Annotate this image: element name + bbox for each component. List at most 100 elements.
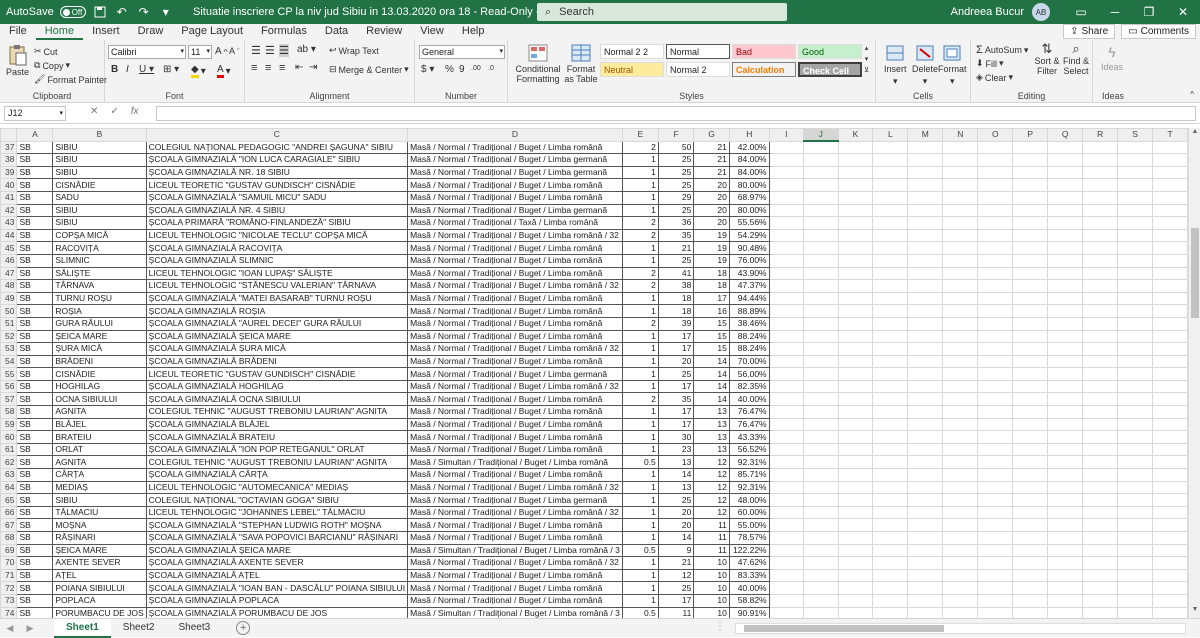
cell-b[interactable]: SIBIU <box>52 140 147 155</box>
empty-cell[interactable] <box>872 405 909 419</box>
empty-cell[interactable] <box>1082 342 1119 356</box>
empty-cell[interactable] <box>872 480 909 495</box>
cell-a[interactable]: SB <box>16 480 54 495</box>
cell-c[interactable]: ȘCOALA GIMNAZIALĂ AȚEL <box>145 568 409 583</box>
cell-g[interactable]: 12 <box>693 493 730 507</box>
cell-d[interactable]: Masă / Normal / Tradițional / Buget / Li… <box>407 568 623 583</box>
empty-cell[interactable] <box>872 178 909 192</box>
cell-g[interactable]: 16 <box>693 304 730 318</box>
insert-function-icon[interactable]: fx <box>131 106 139 117</box>
empty-cell[interactable] <box>837 228 874 243</box>
cell-d[interactable]: Masă / Normal / Tradițional / Buget / Li… <box>407 468 623 482</box>
empty-cell[interactable] <box>837 556 874 570</box>
cell-h[interactable]: 78.57% <box>728 531 770 545</box>
empty-cell[interactable] <box>768 417 804 432</box>
empty-cell[interactable] <box>1012 518 1049 532</box>
empty-cell[interactable] <box>802 140 839 155</box>
cell-h[interactable]: 90.91% <box>728 606 770 618</box>
empty-cell[interactable] <box>942 165 979 180</box>
cell-a[interactable]: SB <box>16 593 54 608</box>
empty-cell[interactable] <box>942 468 979 482</box>
empty-cell[interactable] <box>1047 581 1084 595</box>
empty-cell[interactable] <box>768 379 804 394</box>
cell-a[interactable]: SB <box>16 342 54 356</box>
cell-h[interactable]: 88.24% <box>728 329 770 344</box>
row-header[interactable]: 62 <box>0 455 18 470</box>
cell-d[interactable]: Masă / Simultan / Tradițional / Buget / … <box>407 543 623 558</box>
sheet-tab-sheet1[interactable]: Sheet1 <box>54 618 111 638</box>
empty-cell[interactable] <box>1047 556 1084 570</box>
empty-cell[interactable] <box>837 505 874 520</box>
empty-cell[interactable] <box>977 480 1014 495</box>
cell-b[interactable]: SIBIU <box>52 216 147 230</box>
cell-a[interactable]: SB <box>16 556 54 570</box>
empty-cell[interactable] <box>1117 379 1154 394</box>
empty-cell[interactable] <box>872 455 909 470</box>
empty-cell[interactable] <box>907 430 944 444</box>
italic-icon[interactable]: I <box>126 64 129 75</box>
column-header-h[interactable]: H <box>728 128 770 142</box>
empty-cell[interactable] <box>1117 165 1154 180</box>
row-header[interactable]: 41 <box>0 190 18 205</box>
fill-button[interactable]: ⬇ Fill ▾ <box>976 58 1004 69</box>
cell-b[interactable]: POIANA SIBIULUI <box>52 581 147 595</box>
empty-cell[interactable] <box>907 405 944 419</box>
empty-cell[interactable] <box>1152 140 1188 155</box>
empty-cell[interactable] <box>977 556 1014 570</box>
cell-g[interactable]: 10 <box>693 568 730 583</box>
cell-d[interactable]: Masă / Normal / Tradițional / Buget / Li… <box>407 531 623 545</box>
empty-cell[interactable] <box>1047 593 1084 608</box>
empty-cell[interactable] <box>977 316 1014 331</box>
cell-g[interactable]: 13 <box>693 442 730 457</box>
empty-cell[interactable] <box>977 417 1014 432</box>
empty-cell[interactable] <box>1117 455 1154 470</box>
cell-f[interactable]: 25 <box>657 153 695 167</box>
empty-cell[interactable] <box>977 228 1014 243</box>
clear-button[interactable]: ◈ Clear ▾ <box>976 72 1013 83</box>
cell-a[interactable]: SB <box>16 405 54 419</box>
cell-f[interactable]: 35 <box>657 392 695 407</box>
style-neutral[interactable]: Neutral <box>600 62 664 77</box>
cell-e[interactable]: 0.5 <box>621 455 659 470</box>
cell-c[interactable]: COLEGIUL NAȚIONAL PEDAGOGIC "ANDREI ȘAGU… <box>145 140 409 155</box>
empty-cell[interactable] <box>1047 417 1084 432</box>
cell-a[interactable]: SB <box>16 216 54 230</box>
cell-f[interactable]: 12 <box>657 568 695 583</box>
empty-cell[interactable] <box>872 241 909 255</box>
empty-cell[interactable] <box>802 279 839 293</box>
empty-cell[interactable] <box>1152 190 1188 205</box>
cell-d[interactable]: Masă / Normal / Tradițional / Buget / Li… <box>407 279 623 293</box>
empty-cell[interactable] <box>942 405 979 419</box>
empty-cell[interactable] <box>942 291 979 306</box>
cell-e[interactable]: 1 <box>621 178 659 192</box>
empty-cell[interactable] <box>942 216 979 230</box>
empty-cell[interactable] <box>1117 316 1154 331</box>
empty-cell[interactable] <box>1082 593 1119 608</box>
cell-a[interactable]: SB <box>16 518 54 532</box>
empty-cell[interactable] <box>1117 153 1154 167</box>
sheet-tab-sheet2[interactable]: Sheet2 <box>111 619 167 638</box>
empty-cell[interactable] <box>1082 480 1119 495</box>
cell-b[interactable]: COPȘA MICĂ <box>52 228 147 243</box>
empty-cell[interactable] <box>837 153 874 167</box>
empty-cell[interactable] <box>907 480 944 495</box>
cell-a[interactable]: SB <box>16 329 54 344</box>
empty-cell[interactable] <box>802 153 839 167</box>
save-icon[interactable] <box>92 4 108 20</box>
empty-cell[interactable] <box>907 518 944 532</box>
empty-cell[interactable] <box>942 279 979 293</box>
cell-h[interactable]: 76.47% <box>728 405 770 419</box>
empty-cell[interactable] <box>837 354 874 369</box>
empty-cell[interactable] <box>837 606 874 618</box>
empty-cell[interactable] <box>802 392 839 407</box>
empty-cell[interactable] <box>1047 291 1084 306</box>
cell-c[interactable]: ȘCOALA GIMNAZIALĂ NR. 4 SIBIU <box>145 203 409 218</box>
cell-g[interactable]: 15 <box>693 316 730 331</box>
empty-cell[interactable] <box>1082 455 1119 470</box>
cell-g[interactable]: 13 <box>693 417 730 432</box>
empty-cell[interactable] <box>872 367 909 381</box>
cell-g[interactable]: 13 <box>693 405 730 419</box>
empty-cell[interactable] <box>907 304 944 318</box>
empty-cell[interactable] <box>1117 442 1154 457</box>
cell-h[interactable]: 38.46% <box>728 316 770 331</box>
